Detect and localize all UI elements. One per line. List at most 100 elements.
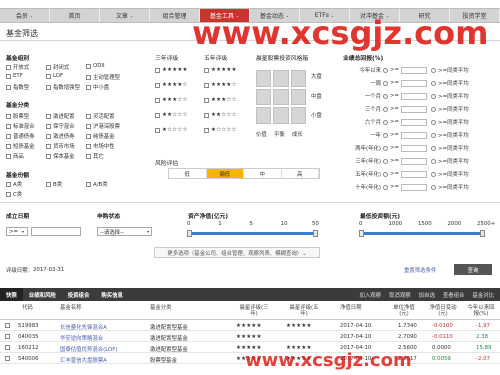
more-options-button[interactable]: 更多选项（基金公司、组合管理、观察列表、模糊查询）⌄	[154, 247, 320, 258]
checkbox-option[interactable]: 纯债基金	[86, 132, 115, 140]
checkbox-option[interactable]: 短债基金	[6, 142, 35, 150]
checkbox-option[interactable]: 激进配置	[46, 112, 75, 120]
checkbox-option[interactable]: 保守混合	[46, 122, 75, 130]
checkbox-option[interactable]: ETF	[6, 73, 23, 79]
checkbox-option[interactable]: QDII	[86, 63, 105, 69]
risk-level-低[interactable]: 低	[169, 169, 207, 178]
tab-tool-link[interactable]: 加自选	[419, 291, 435, 299]
checkbox-option[interactable]: LOF	[46, 73, 63, 79]
performance-input[interactable]	[401, 183, 428, 191]
radio-gte[interactable]	[383, 171, 388, 177]
checkbox[interactable]	[204, 82, 209, 88]
cell-name[interactable]: 华安逆向策略混合	[60, 334, 103, 342]
radio-gte[interactable]	[383, 145, 388, 151]
performance-input[interactable]	[401, 92, 428, 100]
checkbox-option[interactable]: 中小盘	[86, 83, 109, 91]
performance-input[interactable]	[401, 79, 428, 87]
radio-average[interactable]	[431, 67, 437, 73]
radio-gte[interactable]	[383, 93, 388, 99]
rating-option[interactable]: ★★★★★	[155, 67, 188, 73]
style-cell[interactable]	[273, 88, 289, 106]
radio-gte[interactable]	[383, 67, 388, 73]
checkbox[interactable]	[46, 181, 51, 187]
min-invest-slider-min-handle[interactable]	[359, 230, 364, 237]
style-cell[interactable]	[256, 107, 272, 124]
checkbox[interactable]	[155, 127, 160, 133]
radio-gte[interactable]	[383, 106, 388, 112]
performance-input[interactable]	[401, 131, 428, 139]
checkbox-option[interactable]: B类	[46, 180, 62, 188]
style-cell[interactable]	[290, 88, 306, 106]
checkbox[interactable]	[46, 133, 51, 139]
rating-option[interactable]: ★★★☆☆	[155, 97, 188, 103]
checkbox-option[interactable]: 市场中性	[86, 142, 115, 150]
checkbox-option[interactable]: 灵活配置	[86, 112, 115, 120]
performance-input[interactable]	[401, 157, 428, 165]
tab-tool-link[interactable]: 基金对比	[472, 291, 494, 299]
reset-filter-link[interactable]: 重置筛选条件	[404, 266, 436, 274]
cell-name[interactable]: 汇丰晋信大盘股票A	[60, 356, 107, 364]
checkbox[interactable]	[46, 143, 51, 149]
rating-option[interactable]: ★★★★☆	[155, 82, 188, 88]
radio-average[interactable]	[431, 145, 437, 151]
checkbox-option[interactable]: 指数型	[6, 83, 29, 91]
checkbox[interactable]	[6, 113, 11, 119]
radio-gte[interactable]	[383, 80, 388, 86]
rating-option[interactable]: ★★★☆☆	[204, 97, 237, 103]
checkbox-option[interactable]: 保本基金	[46, 152, 75, 160]
checkbox-option[interactable]: 封闭式	[46, 63, 69, 71]
cell-name[interactable]: 国泰估值优势混合(LOF)	[60, 345, 118, 353]
checkbox-option[interactable]: 普通债券	[6, 132, 35, 140]
purchase-select[interactable]: --请选择-- ▾	[97, 227, 152, 236]
col-nav-date[interactable]: 净值日期	[340, 305, 362, 311]
row-checkbox[interactable]	[5, 345, 10, 350]
checkbox-option[interactable]: 激进债券	[46, 132, 75, 140]
checkbox-option[interactable]: 指数增强型	[46, 83, 80, 91]
checkbox-option[interactable]: 货币市场	[46, 142, 75, 150]
checkbox-option[interactable]: C类	[6, 190, 22, 198]
risk-level-高[interactable]: 高	[282, 169, 319, 178]
assets-slider-max-handle[interactable]	[313, 230, 318, 237]
col-nav[interactable]: 单位净值(元)	[390, 305, 418, 317]
style-cell[interactable]	[256, 88, 272, 106]
tab-tool-link[interactable]: 查看组合	[443, 291, 465, 299]
col-rating5[interactable]: 晨星评级(五年)	[286, 305, 322, 317]
rating-option[interactable]: ★☆☆☆☆	[155, 127, 188, 133]
checkbox[interactable]	[6, 123, 11, 129]
checkbox-option[interactable]: 沪港深股票	[86, 122, 120, 130]
performance-input[interactable]	[401, 105, 428, 113]
checkbox[interactable]	[6, 181, 11, 187]
radio-average[interactable]	[431, 80, 437, 86]
risk-level-偏低[interactable]: 偏低	[206, 169, 244, 178]
checkbox[interactable]	[86, 133, 91, 139]
radio-gte[interactable]	[383, 158, 388, 164]
checkbox-option[interactable]: 股票型	[6, 112, 29, 120]
checkbox[interactable]	[86, 143, 91, 149]
rating-option[interactable]: ★★★★★	[204, 67, 237, 73]
rating-option[interactable]: ★☆☆☆☆	[204, 127, 237, 133]
checkbox[interactable]	[86, 123, 91, 129]
row-checkbox[interactable]	[5, 334, 10, 339]
checkbox[interactable]	[46, 73, 51, 79]
radio-average[interactable]	[431, 132, 437, 138]
checkbox[interactable]	[155, 67, 160, 73]
checkbox[interactable]	[155, 97, 160, 103]
col-rating3[interactable]: 晨星评级(三年)	[236, 305, 272, 317]
col-category[interactable]: 基金分类	[150, 305, 172, 311]
min-invest-slider-max-handle[interactable]	[480, 230, 485, 237]
checkbox[interactable]	[155, 112, 160, 118]
performance-input[interactable]	[401, 66, 428, 74]
checkbox[interactable]	[86, 181, 91, 187]
tab-2[interactable]: 投资组合	[62, 288, 96, 301]
checkbox[interactable]	[86, 84, 91, 90]
col-ytd[interactable]: 今年以来回报(%)	[466, 305, 496, 317]
performance-input[interactable]	[401, 118, 428, 126]
radio-average[interactable]	[431, 119, 437, 125]
style-cell[interactable]	[273, 70, 289, 87]
tab-tool-link[interactable]: 取消观察	[389, 291, 411, 299]
checkbox[interactable]	[86, 113, 91, 119]
checkbox[interactable]	[46, 153, 51, 159]
row-checkbox[interactable]	[5, 323, 10, 328]
checkbox[interactable]	[6, 73, 11, 79]
rating-option[interactable]: ★★☆☆☆	[204, 112, 237, 118]
